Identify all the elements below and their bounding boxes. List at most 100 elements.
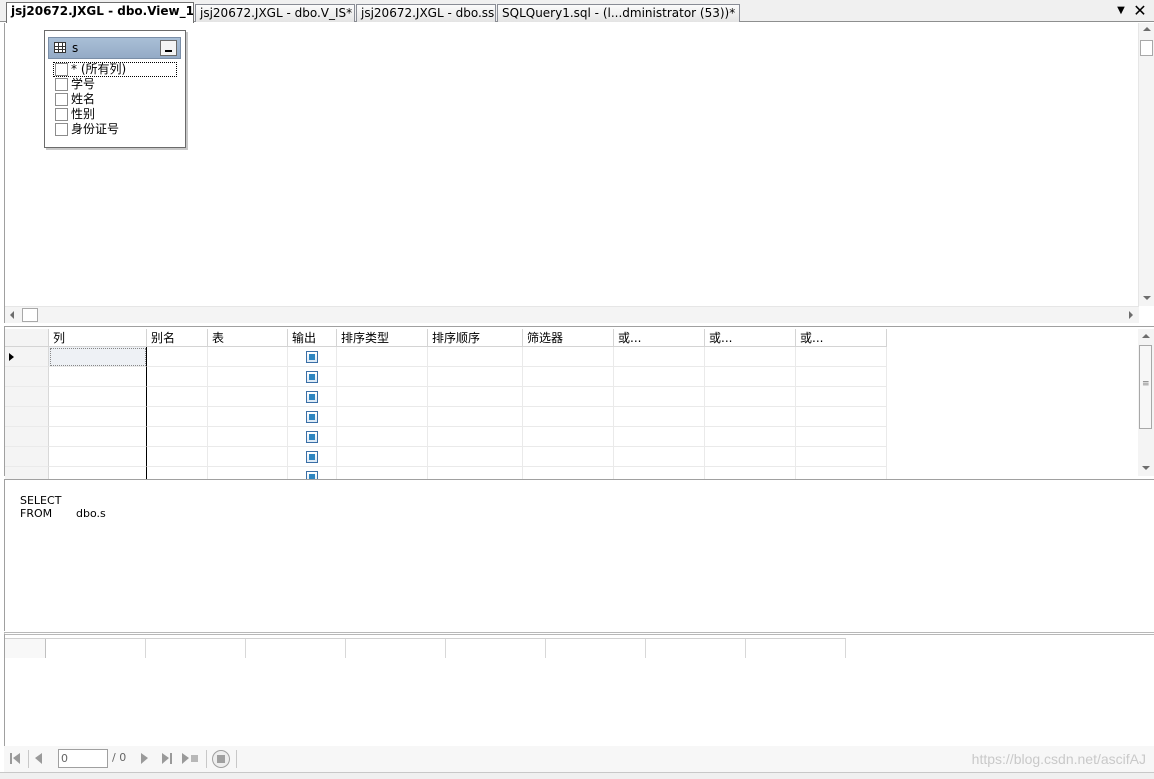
- grid-header-or-3[interactable]: 或...: [796, 329, 887, 347]
- grid-cell-alias[interactable]: [147, 447, 208, 467]
- grid-cell-table[interactable]: [208, 387, 288, 407]
- close-tab-icon[interactable]: ✕: [1132, 2, 1148, 20]
- grid-row[interactable]: [5, 447, 887, 467]
- scroll-down-icon[interactable]: [1142, 466, 1150, 470]
- grid-cell-filter[interactable]: [523, 347, 614, 367]
- stop-icon[interactable]: [212, 750, 230, 768]
- grid-cell-sort-order[interactable]: [428, 367, 523, 387]
- grid-cell-sort-type[interactable]: [337, 347, 428, 367]
- grid-cell-or[interactable]: [796, 347, 887, 367]
- grid-cell-table[interactable]: [208, 367, 288, 387]
- grid-cell-alias[interactable]: [147, 407, 208, 427]
- grid-cell-output[interactable]: [288, 367, 337, 387]
- grid-cell-alias[interactable]: [147, 427, 208, 447]
- grid-header-sort-type[interactable]: 排序类型: [337, 329, 428, 347]
- grid-cell-or[interactable]: [705, 387, 796, 407]
- previous-record-icon[interactable]: [34, 752, 44, 766]
- grid-cell-or[interactable]: [614, 447, 705, 467]
- record-number-input[interactable]: 0: [58, 749, 108, 768]
- grid-header-or-1[interactable]: 或...: [614, 329, 705, 347]
- grid-row[interactable]: [5, 347, 887, 367]
- grid-cell-or[interactable]: [796, 447, 887, 467]
- grid-cell-sort-type[interactable]: [337, 407, 428, 427]
- tab-sqlquery1[interactable]: SQLQuery1.sql - (l...dministrator (53))*: [497, 4, 740, 22]
- scrollbar-thumb[interactable]: [22, 308, 38, 322]
- output-checkbox[interactable]: [306, 371, 318, 383]
- grid-cell-or[interactable]: [614, 427, 705, 447]
- grid-cell-or[interactable]: [796, 427, 887, 447]
- grid-header-or-2[interactable]: 或...: [705, 329, 796, 347]
- column-row[interactable]: 身份证号: [53, 122, 177, 137]
- grid-cell-table[interactable]: [208, 347, 288, 367]
- grid-row[interactable]: [5, 367, 887, 387]
- sql-line-from[interactable]: FROM dbo.s: [6, 494, 106, 533]
- output-checkbox[interactable]: [306, 351, 318, 363]
- output-checkbox[interactable]: [306, 451, 318, 463]
- first-record-icon[interactable]: [10, 752, 22, 766]
- grid-row[interactable]: [5, 427, 887, 447]
- grid-cell-sort-order[interactable]: [428, 407, 523, 427]
- column-checkbox[interactable]: [55, 93, 68, 106]
- results-pane[interactable]: [4, 632, 1154, 746]
- grid-cell-filter[interactable]: [523, 387, 614, 407]
- grid-cell-sort-order[interactable]: [428, 387, 523, 407]
- column-checkbox[interactable]: [55, 63, 68, 76]
- grid-cell-or[interactable]: [614, 367, 705, 387]
- tab-ss[interactable]: jsj20672.JXGL - dbo.ss: [356, 4, 496, 22]
- grid-cell-table[interactable]: [208, 407, 288, 427]
- grid-cell-sort-type[interactable]: [337, 427, 428, 447]
- scrollbar-thumb[interactable]: [1140, 40, 1153, 56]
- grid-cell-column[interactable]: [49, 347, 147, 367]
- grid-cell-output[interactable]: [288, 447, 337, 467]
- scroll-right-icon[interactable]: [1129, 311, 1133, 319]
- grid-cell-column[interactable]: [49, 427, 147, 447]
- grid-cell-alias[interactable]: [147, 387, 208, 407]
- sql-pane[interactable]: SELECT FROM dbo.s: [4, 479, 1154, 631]
- grid-cell-output[interactable]: [288, 427, 337, 447]
- grid-header-alias[interactable]: 别名: [147, 329, 208, 347]
- grid-cell-filter[interactable]: [523, 427, 614, 447]
- grid-cell-table[interactable]: [208, 447, 288, 467]
- output-checkbox[interactable]: [306, 391, 318, 403]
- diagram-pane[interactable]: s * (所有列) 学号 姓名 性别 身份证号: [4, 23, 1154, 323]
- grid-cell-output[interactable]: [288, 387, 337, 407]
- grid-cell-filter[interactable]: [523, 367, 614, 387]
- grid-cell-table[interactable]: [208, 427, 288, 447]
- output-checkbox[interactable]: [306, 431, 318, 443]
- column-checkbox[interactable]: [55, 108, 68, 121]
- grid-row[interactable]: [5, 387, 887, 407]
- scroll-up-icon[interactable]: [1143, 27, 1151, 31]
- grid-cell-column[interactable]: [49, 387, 147, 407]
- grid-cell-column[interactable]: [49, 447, 147, 467]
- grid-row[interactable]: [5, 407, 887, 427]
- grid-cell-or[interactable]: [796, 407, 887, 427]
- minimize-table-button[interactable]: [160, 40, 177, 56]
- grid-cell-alias[interactable]: [147, 347, 208, 367]
- grid-cell-or[interactable]: [705, 447, 796, 467]
- grid-header-table[interactable]: 表: [208, 329, 288, 347]
- new-record-icon[interactable]: [182, 752, 200, 766]
- table-widget-header[interactable]: s: [48, 37, 181, 59]
- grid-cell-or[interactable]: [705, 347, 796, 367]
- column-row[interactable]: 姓名: [53, 92, 177, 107]
- grid-cell-or[interactable]: [796, 387, 887, 407]
- grid-cell-filter[interactable]: [523, 407, 614, 427]
- grid-cell-or[interactable]: [796, 367, 887, 387]
- scroll-up-icon[interactable]: [1142, 334, 1150, 338]
- next-record-icon[interactable]: [140, 752, 150, 766]
- grid-cell-column[interactable]: [49, 367, 147, 387]
- grid-vertical-scrollbar[interactable]: [1138, 329, 1154, 476]
- grid-cell-sort-type[interactable]: [337, 447, 428, 467]
- grid-cell-or[interactable]: [705, 407, 796, 427]
- grid-header-sort-order[interactable]: 排序顺序: [428, 329, 523, 347]
- grid-cell-sort-type[interactable]: [337, 387, 428, 407]
- grid-cell-output[interactable]: [288, 407, 337, 427]
- output-checkbox[interactable]: [306, 411, 318, 423]
- tab-list-dropdown-icon[interactable]: ▼: [1114, 3, 1128, 19]
- grid-cell-or[interactable]: [614, 347, 705, 367]
- diagram-vertical-scrollbar[interactable]: [1138, 23, 1154, 306]
- tab-view-1[interactable]: jsj20672.JXGL - dbo.View_1*: [6, 2, 194, 23]
- scroll-left-icon[interactable]: [10, 311, 14, 319]
- grid-cell-or[interactable]: [705, 367, 796, 387]
- column-row[interactable]: 学号: [53, 77, 177, 92]
